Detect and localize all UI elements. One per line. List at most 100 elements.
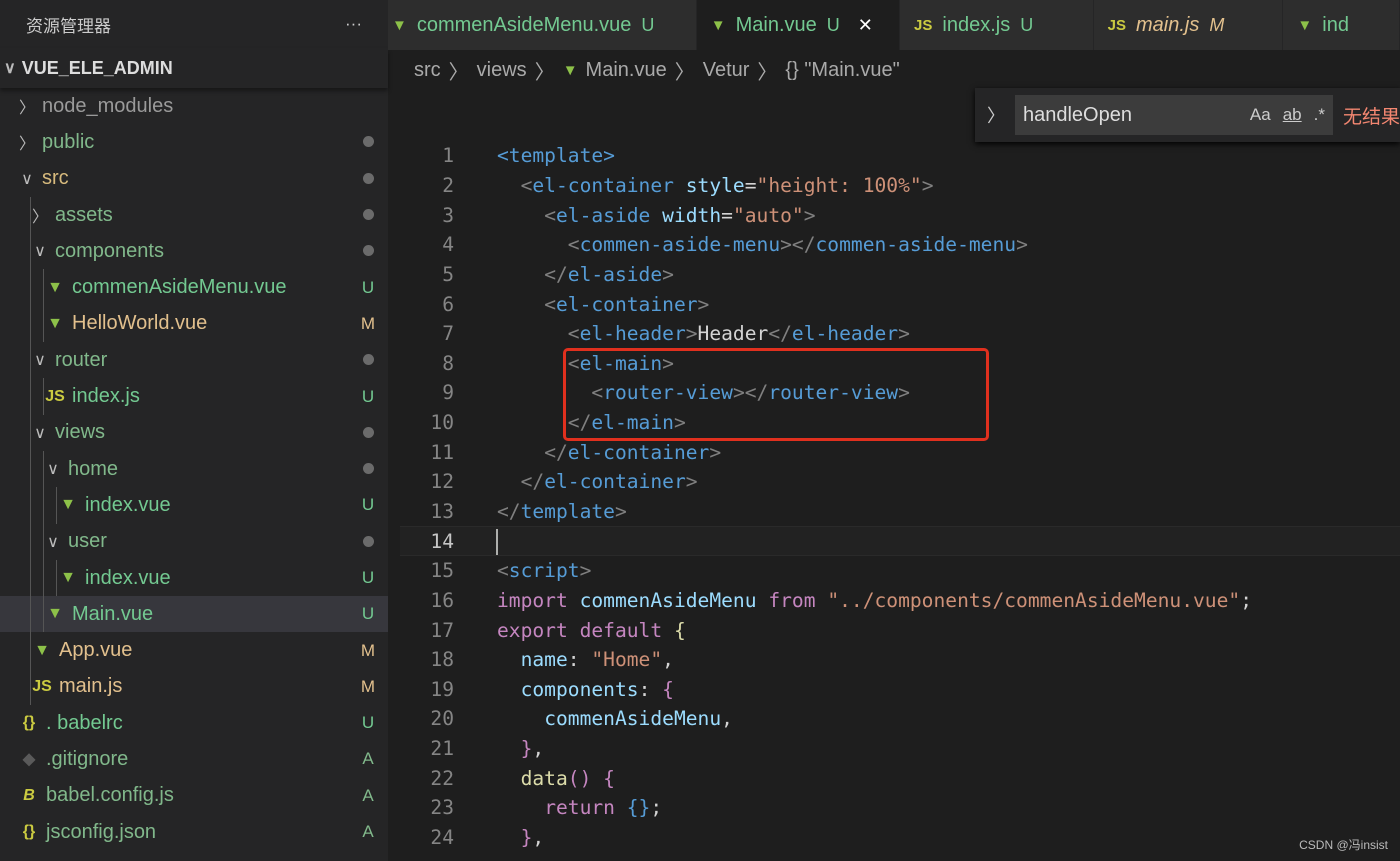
breadcrumb-item[interactable]: Vetur: [703, 59, 750, 82]
js-file-icon: JS: [1107, 16, 1126, 34]
code-token: </: [544, 262, 568, 286]
line-text: </el-container>: [497, 470, 698, 493]
tree-item-label: user: [68, 530, 107, 553]
chevron-down-icon: ∨: [34, 352, 46, 370]
indent-guide: [43, 450, 44, 488]
tree-item-label: jsconfig.json: [46, 820, 157, 843]
git-status: U: [361, 568, 375, 587]
tab-ind[interactable]: ▼ ind: [1283, 0, 1400, 50]
tree-item[interactable]: ▼ index.vue U: [0, 559, 388, 597]
indent-guide: [30, 342, 31, 379]
code-editor[interactable]: 1 <template> 2 <el-container style="height…: [400, 141, 1400, 852]
tree-item[interactable]: ▼ index.vue U: [0, 487, 388, 524]
code-line: 18 name: "Home",: [400, 645, 1400, 675]
whole-word-button[interactable]: ab: [1283, 105, 1302, 125]
tree-item[interactable]: 〉 assets: [0, 196, 388, 234]
tree-item[interactable]: {} . babelrc U: [0, 705, 388, 741]
code-token: "height: 100%": [756, 173, 922, 197]
tab-main-js[interactable]: JS main.js M: [1093, 0, 1284, 50]
tree-item[interactable]: 〉 node_modules: [0, 88, 388, 124]
close-icon[interactable]: ✕: [858, 15, 873, 36]
find-input[interactable]: handleOpen Aa ab .*: [1015, 95, 1333, 135]
tree-item[interactable]: Bbabel.config.js A: [0, 778, 388, 814]
git-status: [348, 205, 388, 225]
line-number: 2: [442, 173, 454, 197]
code-line: 11 </el-container>: [400, 437, 1400, 467]
breadcrumb-item[interactable]: views: [477, 59, 527, 82]
line-number: 21: [430, 737, 454, 761]
find-result: 无结果: [1342, 106, 1400, 128]
tree-item-label: views: [55, 421, 106, 444]
tree-item-label: index.vue: [85, 493, 171, 516]
tree-item[interactable]: ▼ HelloWorld.vue M: [0, 305, 388, 343]
code-line: 13 </template>: [400, 497, 1400, 527]
breadcrumb-item[interactable]: Main.vue: [586, 59, 667, 82]
tree-item[interactable]: JS main.js M: [0, 668, 388, 706]
tab-index-js[interactable]: JS index.js U: [900, 0, 1094, 50]
code-token: commenAsideMenu: [579, 588, 757, 612]
js-file-icon: JS: [32, 677, 52, 695]
indent-guide: [30, 414, 31, 451]
tree-item[interactable]: JS index.js U: [0, 378, 388, 415]
tree-item[interactable]: ▼ Main.vue U: [0, 596, 388, 633]
status-dot-icon: [362, 354, 374, 366]
json-file-icon: {}: [22, 714, 36, 732]
tree-item-label: router: [55, 348, 108, 371]
indent-guide: [30, 632, 31, 669]
tab-main-vue[interactable]: ▼ Main.vue U ✕: [696, 0, 901, 50]
tree-item[interactable]: ∨ src: [0, 161, 388, 197]
tab-label: main.js: [1136, 13, 1200, 36]
tree-item[interactable]: ∨ components: [0, 233, 388, 270]
indent-guide: [56, 559, 57, 597]
tree-item[interactable]: {} jsconfig.json A: [0, 814, 388, 850]
code-token: ;: [650, 796, 663, 820]
explorer-sidebar: 资源管理器 ··· ∨ VUE_ELE_ADMIN 〉 node_modules 〉 p…: [0, 0, 388, 861]
git-status: A: [362, 785, 374, 805]
tree-item[interactable]: ∨ views: [0, 414, 388, 451]
breadcrumb: src 〉 views 〉 ▼ Main.vue 〉 Vetur 〉 {} "Main.vue": [414, 56, 900, 85]
match-case-button[interactable]: Aa: [1250, 105, 1271, 125]
tree-item[interactable]: ∨ home: [0, 450, 388, 488]
chevron-right-icon: 〉: [18, 136, 35, 154]
tree-item[interactable]: ◆ .gitignore A: [0, 741, 388, 777]
code-token: >: [697, 292, 710, 316]
chevron-right-icon: 〉: [534, 62, 555, 84]
git-status: [348, 241, 388, 261]
code-token: return: [544, 796, 615, 820]
code-token: :: [567, 648, 592, 672]
chevron-right-icon[interactable]: 〉: [987, 102, 1005, 128]
tree-item[interactable]: ▼ commenAsideMenu.vue U: [0, 269, 388, 306]
js-file-icon: JS: [914, 16, 933, 34]
vue-file-icon: ▼: [60, 496, 76, 514]
vue-file-icon: ▼: [392, 16, 407, 34]
tree-item[interactable]: ∨ router: [0, 342, 388, 379]
git-status: [348, 169, 388, 189]
regex-button[interactable]: .*: [1314, 105, 1325, 125]
breadcrumb-item[interactable]: {} "Main.vue": [785, 59, 899, 82]
code-token: Header: [697, 322, 769, 346]
git-status: U: [361, 495, 375, 515]
code-token: el-header: [579, 322, 686, 346]
tree-item[interactable]: ▼ App.vue M: [0, 632, 388, 669]
breadcrumb-item[interactable]: src: [414, 59, 441, 82]
tree-item[interactable]: ∨ user: [0, 523, 388, 560]
tree-item-label: home: [68, 457, 119, 480]
code-token: =: [744, 173, 757, 197]
tab-commenasidemenu-vue[interactable]: ▼ commenAsideMenu.vue U: [388, 0, 697, 50]
line-number: 4: [442, 233, 454, 257]
code-line: 3 <el-aside width="auto">: [400, 200, 1400, 230]
project-root[interactable]: ∨ VUE_ELE_ADMIN: [0, 48, 388, 88]
tree-item[interactable]: 〉 public: [0, 124, 388, 160]
code-line: 4 <commen-aside-menu></commen-aside-menu…: [400, 230, 1400, 260]
code-token: {: [603, 766, 615, 790]
git-status: U: [361, 386, 375, 406]
line-text: <template>: [497, 144, 615, 167]
code-token: <: [544, 203, 556, 227]
more-actions-button[interactable]: ···: [345, 14, 362, 34]
line-text: </el-container>: [497, 441, 721, 464]
